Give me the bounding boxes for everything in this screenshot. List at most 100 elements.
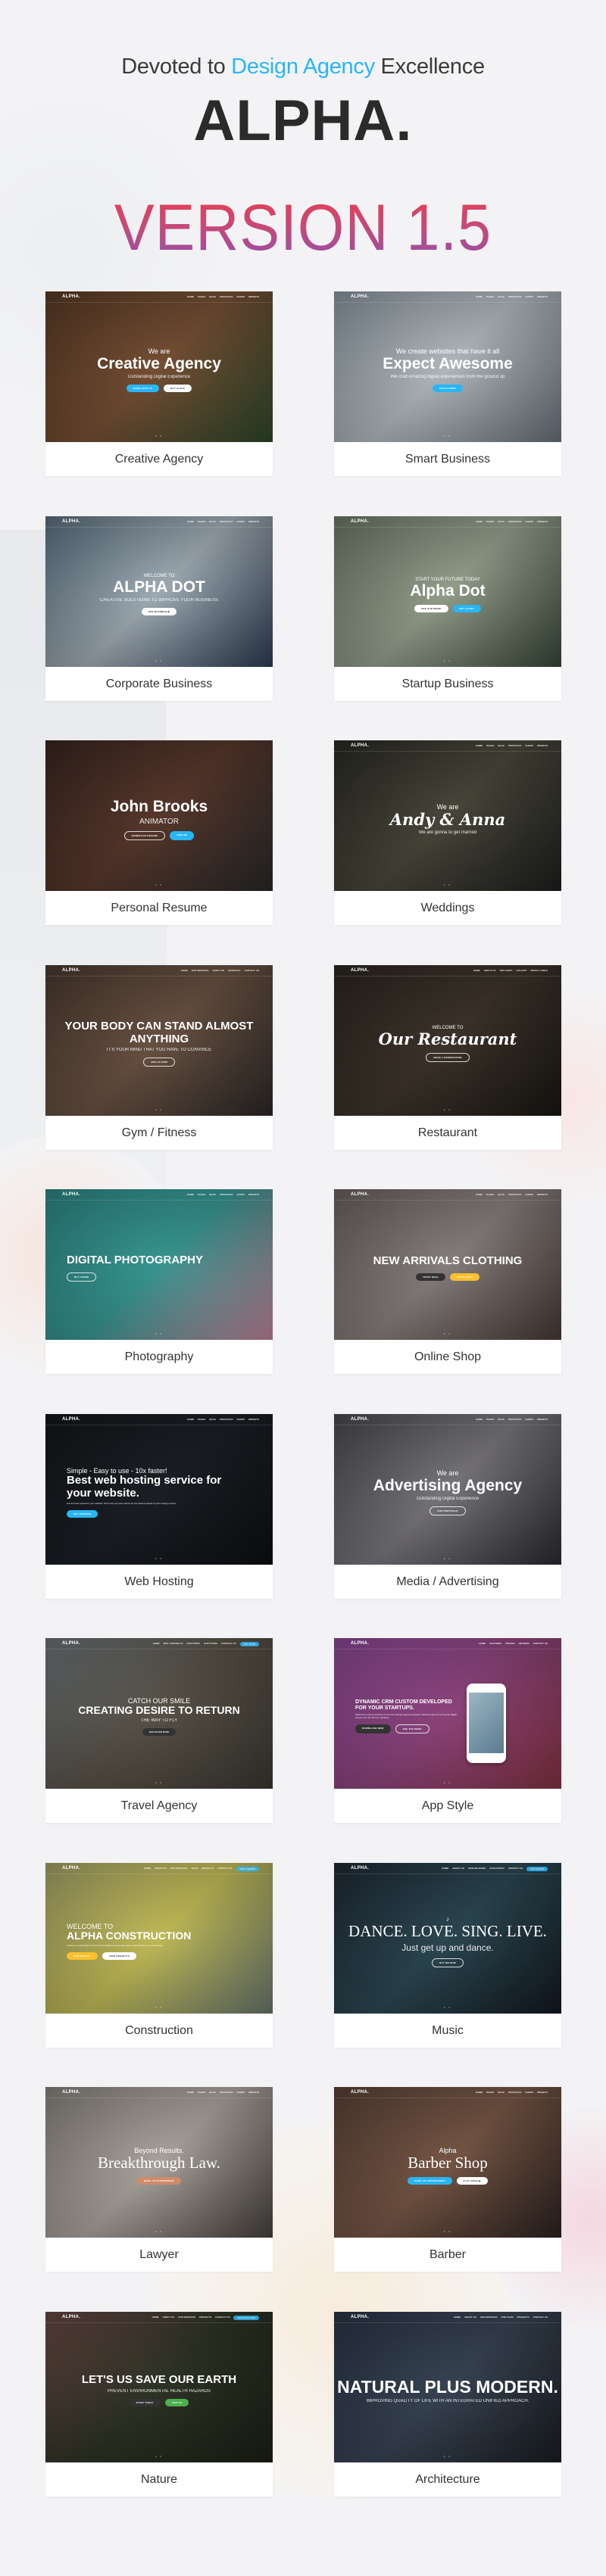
demo-label[interactable]: Barber <box>334 2238 561 2272</box>
preview-button: DISCOVER NOW <box>142 1728 176 1737</box>
demo-preview[interactable]: ALPHA. HOME ABOUT US OUR SERVICES PROJECTS CO… <box>45 2312 273 2462</box>
demo-card[interactable]: ALPHA. HOME PAGES BLOG PORTFOLIO SHOPS WIDGETS… <box>334 1414 561 1599</box>
preview-menu: HOME ABOUT US THE CHEFS GALLERY BOOK A TABLE <box>473 969 548 972</box>
demo-label[interactable]: Media / Advertising <box>334 1565 561 1599</box>
preview-logo: ALPHA. <box>62 968 81 973</box>
demo-card[interactable]: ALPHA. HOME OUR SERVICES ABOUT US SCHEDULE CO… <box>45 965 273 1150</box>
preview-button: SEE OUR WORK <box>414 605 448 613</box>
demo-card[interactable]: ALPHA. HOME PAGES BLOG PORTFOLIO SHOPS WIDGETS… <box>334 1189 561 1374</box>
demo-preview[interactable]: ALPHA. HOME PAGES BLOG PORTFOLIO SHOPS WIDGETS… <box>334 291 561 442</box>
demo-preview[interactable]: ALPHA. HOME PAGES BLOG PORTFOLIO SHOPS WIDGETS… <box>334 2087 561 2238</box>
preview-kicker: We are <box>436 1469 459 1477</box>
preview-menu: HOME PAGES BLOG PORTFOLIO SHOPS WIDGETS <box>476 1418 548 1421</box>
demo-label[interactable]: Corporate Business <box>45 667 273 701</box>
demo-card[interactable]: ALPHA. HOME PAGES BLOG PORTFOLIO SHOPS WIDGETS… <box>45 1189 273 1374</box>
demo-card[interactable]: ALPHA. HOME PAGES BLOG PORTFOLIO SHOPS WIDGETS… <box>45 2087 273 2272</box>
demo-preview[interactable]: ALPHA. HOME ABOUT US HOW WE WORK OUR EVENTS C… <box>334 1863 561 2014</box>
preview-logo: ALPHA. <box>351 968 370 973</box>
preview-menu-item: BLOG <box>498 295 504 298</box>
preview-logo: ALPHA. <box>62 1866 81 1870</box>
demo-card[interactable]: ALPHA. HOME PAGES BLOG PORTFOLIO SHOPS WIDGETS… <box>45 516 273 701</box>
preview-menu-item: WIDGETS <box>248 1418 259 1421</box>
demo-preview[interactable]: ALPHA. HOME PAGES BLOG PORTFOLIO SHOPS WIDGETS… <box>45 516 273 667</box>
preview-title: ALPHA DOT <box>113 578 205 596</box>
demo-card[interactable]: ALPHA. HOME PAGES BLOG PORTFOLIO SHOPS WIDGETS… <box>334 2087 561 2272</box>
demo-preview[interactable]: ALPHA. HOME PAGES BLOG PORTFOLIO SHOPS WIDGETS… <box>45 1414 273 1565</box>
demo-card[interactable]: ALPHA. HOME ABOUT US THE CHEFS GALLERY BOOK A… <box>334 965 561 1150</box>
demo-preview[interactable]: ALPHA. HOME ABOUT US OUR SERVICES OUR TEAM PR… <box>334 2312 561 2462</box>
demo-preview[interactable]: ALPHA. HOME ABOUT US THE CHEFS GALLERY BOOK A… <box>334 965 561 1116</box>
preview-logo: ALPHA. <box>351 519 370 524</box>
preview-button: PLAY VIDEO ▶ <box>456 2177 488 2185</box>
demo-preview[interactable]: ALPHA. HOME PAGES BLOG PORTFOLIO SHOPS WIDGETS… <box>334 740 561 891</box>
preview-nav-cta: GET A QUOTE <box>236 1867 259 1871</box>
preview-buttons: SEE OUR WORK BUY ALPHA <box>334 605 561 613</box>
demo-label[interactable]: Architecture <box>334 2462 561 2497</box>
preview-buttons: DOWNLOAD RESUME HIRE ME <box>45 831 273 841</box>
preview-logo: ALPHA. <box>62 2315 81 2319</box>
demo-card[interactable]: ALPHA. HOME ABOUT US HOW WE WORK OUR EVENTS C… <box>334 1863 561 2048</box>
slider-dots: • • <box>444 883 451 886</box>
demo-label[interactable]: App Style <box>334 1789 561 1823</box>
demo-label[interactable]: Creative Agency <box>45 442 273 476</box>
demo-preview[interactable]: ALPHA. HOME FEATURES PRICING REVIEWS CONTACT … <box>334 1638 561 1789</box>
preview-menu-item: HOME <box>476 520 483 523</box>
demo-card[interactable]: ALPHA. HOME PAGES BLOG PORTFOLIO SHOPS WIDGETS… <box>45 291 273 476</box>
demo-card[interactable]: John Brooks ANIMATOR DOWNLOAD RESUME HIRE M… <box>45 740 273 925</box>
preview-title: Breakthrough Law. <box>98 2154 220 2172</box>
slider-dots: • • <box>444 434 451 438</box>
demo-card[interactable]: ALPHA. HOME ABOUT US OUR SERVICES OUR TEAM PR… <box>334 2312 561 2497</box>
demo-card[interactable]: ALPHA. HOME PAGES BLOG PORTFOLIO SHOPS WIDGETS… <box>334 516 561 701</box>
demo-preview[interactable]: ALPHA. HOME PAGES BLOG PORTFOLIO SHOPS WIDGETS… <box>45 1189 273 1340</box>
demo-label[interactable]: Travel Agency <box>45 1789 273 1823</box>
demo-preview[interactable]: ALPHA. HOME WHY CHOOSE US OUR STORY OUR TOUR… <box>45 1638 273 1789</box>
demo-preview[interactable]: ALPHA. HOME PAGES BLOG PORTFOLIO SHOPS WIDGETS… <box>45 291 273 442</box>
preview-caption: We are Andy & Anna We are gonna to get mar… <box>334 803 561 835</box>
preview-menu-item: SHOPS <box>525 520 533 523</box>
demo-preview[interactable]: ALPHA. HOME PAGES BLOG PORTFOLIO SHOPS WIDGETS… <box>45 2087 273 2238</box>
slider-dots: • • <box>155 1107 163 1111</box>
preview-menu-item: PAGES <box>486 520 495 523</box>
demo-card[interactable]: ALPHA. HOME FEATURES PRICING REVIEWS CONTACT … <box>334 1638 561 1823</box>
preview-menu-item: HOME <box>454 2316 461 2319</box>
preview-menu-item: BOOK A TABLE <box>530 969 548 972</box>
demo-card[interactable]: ALPHA. HOME PAGES BLOG PORTFOLIO SHOPS WIDGETS… <box>334 291 561 476</box>
demo-label[interactable]: Lawyer <box>45 2238 273 2272</box>
preview-caption: ♪ DANCE. LOVE. SING. LIVE. Just get up and… <box>334 1915 561 1968</box>
preview-caption: NEW ARRIVALS CLOTHING TODAY DEAL GO TO SHO… <box>334 1254 561 1281</box>
demo-preview[interactable]: ALPHA. HOME PAGES BLOG PORTFOLIO SHOPS WIDGETS… <box>334 516 561 667</box>
preview-menu-item: SHOPS <box>236 295 245 298</box>
demo-preview[interactable]: ALPHA. HOME PAGES BLOG PORTFOLIO SHOPS WIDGETS… <box>334 1189 561 1340</box>
demo-label[interactable]: Gym / Fitness <box>45 1116 273 1150</box>
demo-label[interactable]: Photography <box>45 1340 273 1374</box>
demo-label[interactable]: Construction <box>45 2014 273 2048</box>
preview-nav-cta: REGISTER NOW <box>233 2316 259 2320</box>
preview-menu-item: PROJECTS <box>201 1867 214 1870</box>
demo-label[interactable]: Smart Business <box>334 442 561 476</box>
demo-label[interactable]: Weddings <box>334 891 561 925</box>
preview-menu: HOME WHY CHOOSE US OUR STORY OUR TOURS CONTA… <box>153 1642 259 1646</box>
preview-buttons: START TODAY SIGN UP <box>45 2398 273 2406</box>
preview-menu-item: SCHEDULE <box>228 969 241 972</box>
demo-label[interactable]: Startup Business <box>334 667 561 701</box>
preview-menu-item: ABOUT US <box>483 969 496 972</box>
demo-card[interactable]: ALPHA. HOME ABOUT US OUR SERVICES PROJECTS CO… <box>45 2312 273 2497</box>
demo-label[interactable]: Online Shop <box>334 1340 561 1374</box>
demo-preview[interactable]: John Brooks ANIMATOR DOWNLOAD RESUME HIRE M… <box>45 740 273 891</box>
preview-caption: We create websites that have it all Expec… <box>334 347 561 393</box>
preview-menu-item: SHOPS <box>236 520 245 523</box>
demo-label[interactable]: Music <box>334 2014 561 2048</box>
preview-buttons: OUR BUSINESS ▶ <box>45 608 273 616</box>
demo-label[interactable]: Nature <box>45 2462 273 2497</box>
demo-label[interactable]: Personal Resume <box>45 891 273 925</box>
demo-label[interactable]: Restaurant <box>334 1116 561 1150</box>
demo-card[interactable]: ALPHA. HOME PAGES BLOG PORTFOLIO SHOPS WIDGETS… <box>334 740 561 925</box>
preview-menu-item: HOME <box>476 1193 483 1196</box>
demo-card[interactable]: ALPHA. HOME WHY CHOOSE US OUR STORY OUR TOUR… <box>45 1638 273 1823</box>
demo-label[interactable]: Web Hosting <box>45 1565 273 1599</box>
demo-card[interactable]: ALPHA. HOME ABOUT US OUR SERVICES TEAM PROJEC… <box>45 1863 273 2048</box>
demo-preview[interactable]: ALPHA. HOME PAGES BLOG PORTFOLIO SHOPS WIDGETS… <box>334 1414 561 1565</box>
demo-preview[interactable]: ALPHA. HOME OUR SERVICES ABOUT US SCHEDULE CO… <box>45 965 273 1116</box>
demo-preview[interactable]: ALPHA. HOME ABOUT US OUR SERVICES TEAM PROJEC… <box>45 1863 273 2014</box>
demo-card[interactable]: ALPHA. HOME PAGES BLOG PORTFOLIO SHOPS WIDGETS… <box>45 1414 273 1599</box>
